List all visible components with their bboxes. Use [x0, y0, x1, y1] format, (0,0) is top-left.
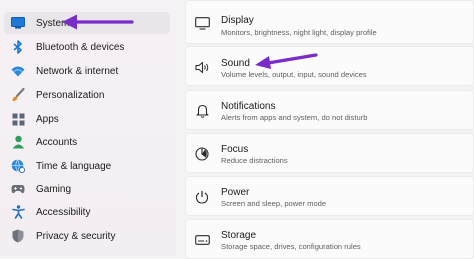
settings-card-focus[interactable]: Focus Reduce distractions — [185, 133, 474, 173]
sidebar-item-time-language[interactable]: Time & language — [4, 155, 170, 177]
focus-icon — [194, 146, 210, 162]
monitor-icon — [11, 16, 25, 30]
display-icon — [194, 15, 210, 31]
sidebar-item-label: Accessibility — [36, 206, 91, 218]
card-title: Power — [221, 187, 250, 198]
sidebar-item-label: Time & language — [36, 160, 112, 172]
card-subtitle: Volume levels, output, input, sound devi… — [221, 70, 367, 79]
gamepad-icon — [11, 182, 25, 196]
settings-card-power[interactable]: Power Screen and sleep, power mode — [185, 176, 474, 216]
card-subtitle: Screen and sleep, power mode — [221, 199, 327, 208]
sidebar-item-label: Privacy & security — [36, 230, 116, 242]
sidebar-item-bluetooth[interactable]: Bluetooth & devices — [4, 36, 170, 58]
settings-sidebar: System Bluetooth & devices Network & int… — [0, 0, 176, 256]
settings-card-notifications[interactable]: Notifications Alerts from apps and syste… — [185, 90, 474, 130]
sidebar-item-accounts[interactable]: Accounts — [4, 131, 170, 153]
apps-icon — [11, 112, 25, 126]
speaker-icon — [194, 59, 210, 75]
card-title: Display — [221, 15, 254, 26]
card-subtitle: Monitors, brightness, night light, displ… — [221, 28, 377, 37]
sidebar-item-label: Bluetooth & devices — [36, 41, 125, 53]
card-subtitle: Alerts from apps and system, do not dist… — [221, 113, 368, 122]
sidebar-item-label: Accounts — [36, 136, 78, 148]
settings-card-display[interactable]: Display Monitors, brightness, night ligh… — [185, 0, 474, 44]
card-subtitle: Storage space, drives, configuration rul… — [221, 242, 361, 251]
settings-card-storage[interactable]: Storage Storage space, drives, configura… — [185, 219, 474, 259]
storage-icon — [194, 232, 210, 248]
power-icon — [194, 189, 210, 205]
sidebar-item-network[interactable]: Network & internet — [4, 60, 170, 82]
card-title: Sound — [221, 58, 250, 69]
person-icon — [11, 135, 25, 149]
sidebar-item-accessibility[interactable]: Accessibility — [4, 201, 170, 223]
bluetooth-icon — [11, 40, 25, 54]
sidebar-item-privacy-security[interactable]: Privacy & security — [4, 225, 170, 247]
card-title: Storage — [221, 230, 257, 241]
sidebar-item-label: Apps — [36, 113, 59, 125]
card-title: Focus — [221, 144, 249, 155]
annotation-arrow-sound — [255, 53, 318, 69]
sidebar-item-label: Personalization — [36, 89, 105, 101]
settings-card-sound[interactable]: Sound Volume levels, output, input, soun… — [185, 46, 474, 86]
card-title: Notifications — [221, 101, 276, 112]
sidebar-item-label: Gaming — [36, 183, 72, 195]
sidebar-item-apps[interactable]: Apps — [4, 108, 170, 130]
shield-icon — [11, 229, 25, 243]
globe-clock-icon — [11, 159, 25, 173]
bell-icon — [194, 103, 210, 119]
annotation-arrow-system — [62, 14, 134, 30]
sidebar-item-personalization[interactable]: Personalization — [4, 84, 170, 106]
settings-main-panel: Display Monitors, brightness, night ligh… — [176, 0, 474, 259]
sidebar-item-label: Network & internet — [36, 65, 119, 77]
accessibility-icon — [11, 205, 25, 219]
brush-icon — [11, 88, 25, 102]
sidebar-item-gaming[interactable]: Gaming — [4, 178, 170, 200]
card-subtitle: Reduce distractions — [221, 156, 288, 165]
wifi-icon — [11, 64, 25, 78]
